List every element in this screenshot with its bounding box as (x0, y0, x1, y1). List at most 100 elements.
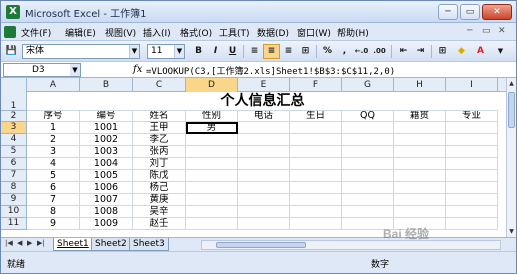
table-cell[interactable]: 2 (27, 134, 80, 146)
table-cell[interactable] (342, 206, 394, 218)
table-cell[interactable] (290, 134, 342, 146)
table-cell[interactable] (290, 218, 342, 230)
workbook-icon[interactable] (4, 26, 16, 38)
table-cell[interactable]: 1002 (80, 134, 133, 146)
table-cell[interactable] (186, 206, 238, 218)
vertical-scroll-thumb[interactable] (508, 92, 515, 128)
font-name-select[interactable]: 宋体 ▼ (22, 44, 140, 59)
table-cell[interactable] (394, 122, 446, 134)
select-all-corner[interactable] (1, 78, 27, 92)
column-header-g[interactable]: G (342, 78, 394, 92)
table-cell[interactable] (238, 122, 290, 134)
column-header-f[interactable]: F (290, 78, 342, 92)
row-header-11[interactable]: 11 (1, 218, 27, 230)
table-cell[interactable]: 7 (27, 194, 80, 206)
table-cell[interactable] (446, 170, 498, 182)
table-cell[interactable] (290, 182, 342, 194)
chevron-down-icon[interactable]: ▼ (129, 45, 139, 58)
row-header-7[interactable]: 7 (1, 170, 27, 182)
decrease-indent-icon[interactable]: ⇤ (395, 44, 412, 59)
table-cell[interactable] (342, 182, 394, 194)
fill-color-icon[interactable]: ◆ (453, 44, 470, 59)
table-cell[interactable] (238, 182, 290, 194)
table-cell[interactable] (394, 194, 446, 206)
header-cell[interactable]: 专业 (446, 111, 498, 122)
horizontal-scroll-thumb[interactable] (216, 242, 306, 248)
horizontal-scrollbar[interactable] (201, 240, 501, 250)
table-cell[interactable] (446, 146, 498, 158)
column-header-b[interactable]: B (80, 78, 133, 92)
table-cell[interactable] (394, 158, 446, 170)
next-sheet-icon[interactable]: ▶ (27, 239, 32, 247)
table-cell[interactable]: 吴辛 (133, 206, 186, 218)
table-cell[interactable] (446, 194, 498, 206)
table-cell[interactable]: 8 (27, 206, 80, 218)
table-cell[interactable] (186, 194, 238, 206)
table-cell[interactable] (238, 194, 290, 206)
column-header-d[interactable]: D (186, 78, 238, 92)
table-cell[interactable] (238, 218, 290, 230)
last-sheet-icon[interactable]: ▶| (37, 239, 45, 247)
comma-style-button[interactable]: , (336, 44, 353, 59)
table-cell[interactable]: 1004 (80, 158, 133, 170)
table-cell[interactable] (186, 134, 238, 146)
font-color-button[interactable]: A (472, 44, 489, 59)
table-cell[interactable]: 1005 (80, 170, 133, 182)
spreadsheet-grid[interactable]: ABCDEFGHI 1 2 3 4 5 6 7 8 9 10 11 个人信息汇总 序号 编号 姓名 性别 电话生… (1, 78, 506, 237)
increase-decimal-button[interactable]: ←.0 (353, 44, 370, 59)
table-cell[interactable]: 刘丁 (133, 158, 186, 170)
column-header-c[interactable]: C (133, 78, 186, 92)
header-cell[interactable]: 生日 (290, 111, 342, 122)
header-cell[interactable]: 性别 (186, 111, 238, 122)
column-header-i[interactable]: I (446, 78, 498, 92)
tab-sheet1[interactable]: Sheet1 (53, 238, 93, 251)
table-cell[interactable] (186, 158, 238, 170)
table-cell[interactable] (342, 122, 394, 134)
table-cell[interactable] (342, 146, 394, 158)
tab-sheet2[interactable]: Sheet2 (91, 238, 131, 251)
table-cell[interactable]: 黄庚 (133, 194, 186, 206)
row-header-10[interactable]: 10 (1, 206, 27, 218)
align-left-icon[interactable]: ≡ (246, 44, 263, 59)
table-cell[interactable] (238, 146, 290, 158)
sheet-title[interactable]: 个人信息汇总 (27, 92, 498, 111)
borders-icon[interactable]: ⊞ (434, 44, 451, 59)
table-cell[interactable] (290, 122, 342, 134)
table-cell[interactable]: 1006 (80, 182, 133, 194)
menu-data[interactable]: 数据(D) (257, 26, 289, 39)
table-cell[interactable]: 王甲 (133, 122, 186, 134)
save-icon[interactable]: 💾 (3, 44, 20, 59)
row-header-8[interactable]: 8 (1, 182, 27, 194)
table-cell[interactable] (446, 158, 498, 170)
table-cell[interactable]: 杨己 (133, 182, 186, 194)
table-cell[interactable] (446, 134, 498, 146)
menu-file[interactable]: 文件(F) (21, 26, 51, 39)
header-cell[interactable]: 籍贯 (394, 111, 446, 122)
chevron-down-icon[interactable]: ▼ (174, 45, 184, 58)
table-cell[interactable] (290, 206, 342, 218)
first-sheet-icon[interactable]: |◀ (5, 239, 13, 247)
name-box[interactable]: D3 ▼ (3, 63, 81, 77)
prev-sheet-icon[interactable]: ◀ (17, 239, 22, 247)
table-cell[interactable] (342, 158, 394, 170)
row-header-3[interactable]: 3 (1, 122, 27, 134)
merge-center-icon[interactable]: ⊞ (297, 44, 314, 59)
table-cell[interactable]: 9 (27, 218, 80, 230)
menu-view[interactable]: 视图(V) (105, 26, 136, 39)
table-cell[interactable]: 1001 (80, 122, 133, 134)
table-cell[interactable]: 陈戊 (133, 170, 186, 182)
formula-input[interactable]: =VLOOKUP(C3,[工作簿2.xls]Sheet1!$B$3:$C$11,… (146, 64, 395, 77)
tab-sheet3[interactable]: Sheet3 (129, 238, 169, 251)
chevron-down-icon[interactable]: ▼ (70, 64, 80, 76)
close-button[interactable]: ✕ (482, 4, 512, 20)
column-header-a[interactable]: A (27, 78, 80, 92)
underline-button[interactable]: U (224, 44, 241, 59)
table-cell[interactable]: 3 (27, 146, 80, 158)
fx-icon[interactable]: fx (133, 64, 142, 75)
menu-insert[interactable]: 插入(I) (143, 26, 171, 39)
percent-button[interactable]: % (319, 44, 336, 59)
row-header-1[interactable]: 1 (1, 92, 27, 111)
table-cell[interactable]: 1007 (80, 194, 133, 206)
table-cell[interactable] (186, 218, 238, 230)
table-cell[interactable] (238, 134, 290, 146)
